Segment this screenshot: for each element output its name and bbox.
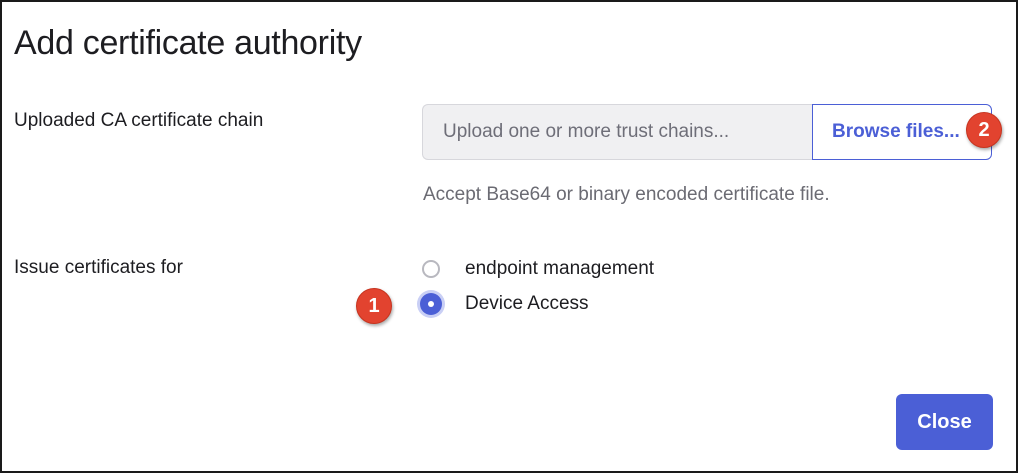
radio-unchecked-icon[interactable]: [422, 260, 440, 278]
radio-label: Device Access: [465, 293, 589, 314]
radio-option-device-access[interactable]: Device Access: [420, 293, 589, 315]
step-badge-1: 1: [356, 288, 392, 324]
close-button[interactable]: Close: [896, 394, 993, 450]
radio-option-endpoint-management[interactable]: endpoint management: [422, 258, 654, 280]
dialog-title: Add certificate authority: [14, 24, 362, 62]
upload-group: Browse files...: [422, 104, 992, 160]
upload-chain-input[interactable]: [422, 104, 812, 160]
issue-field-label: Issue certificates for: [14, 257, 183, 278]
browse-files-button[interactable]: Browse files...: [812, 104, 992, 160]
radio-label: endpoint management: [465, 258, 655, 279]
upload-hint: Accept Base64 or binary encoded certific…: [423, 184, 830, 205]
add-ca-dialog: Add certificate authority Uploaded CA ce…: [0, 0, 1018, 473]
chain-field-label: Uploaded CA certificate chain: [14, 110, 264, 131]
step-badge-2: 2: [966, 112, 1002, 148]
radio-checked-icon[interactable]: [420, 293, 442, 315]
